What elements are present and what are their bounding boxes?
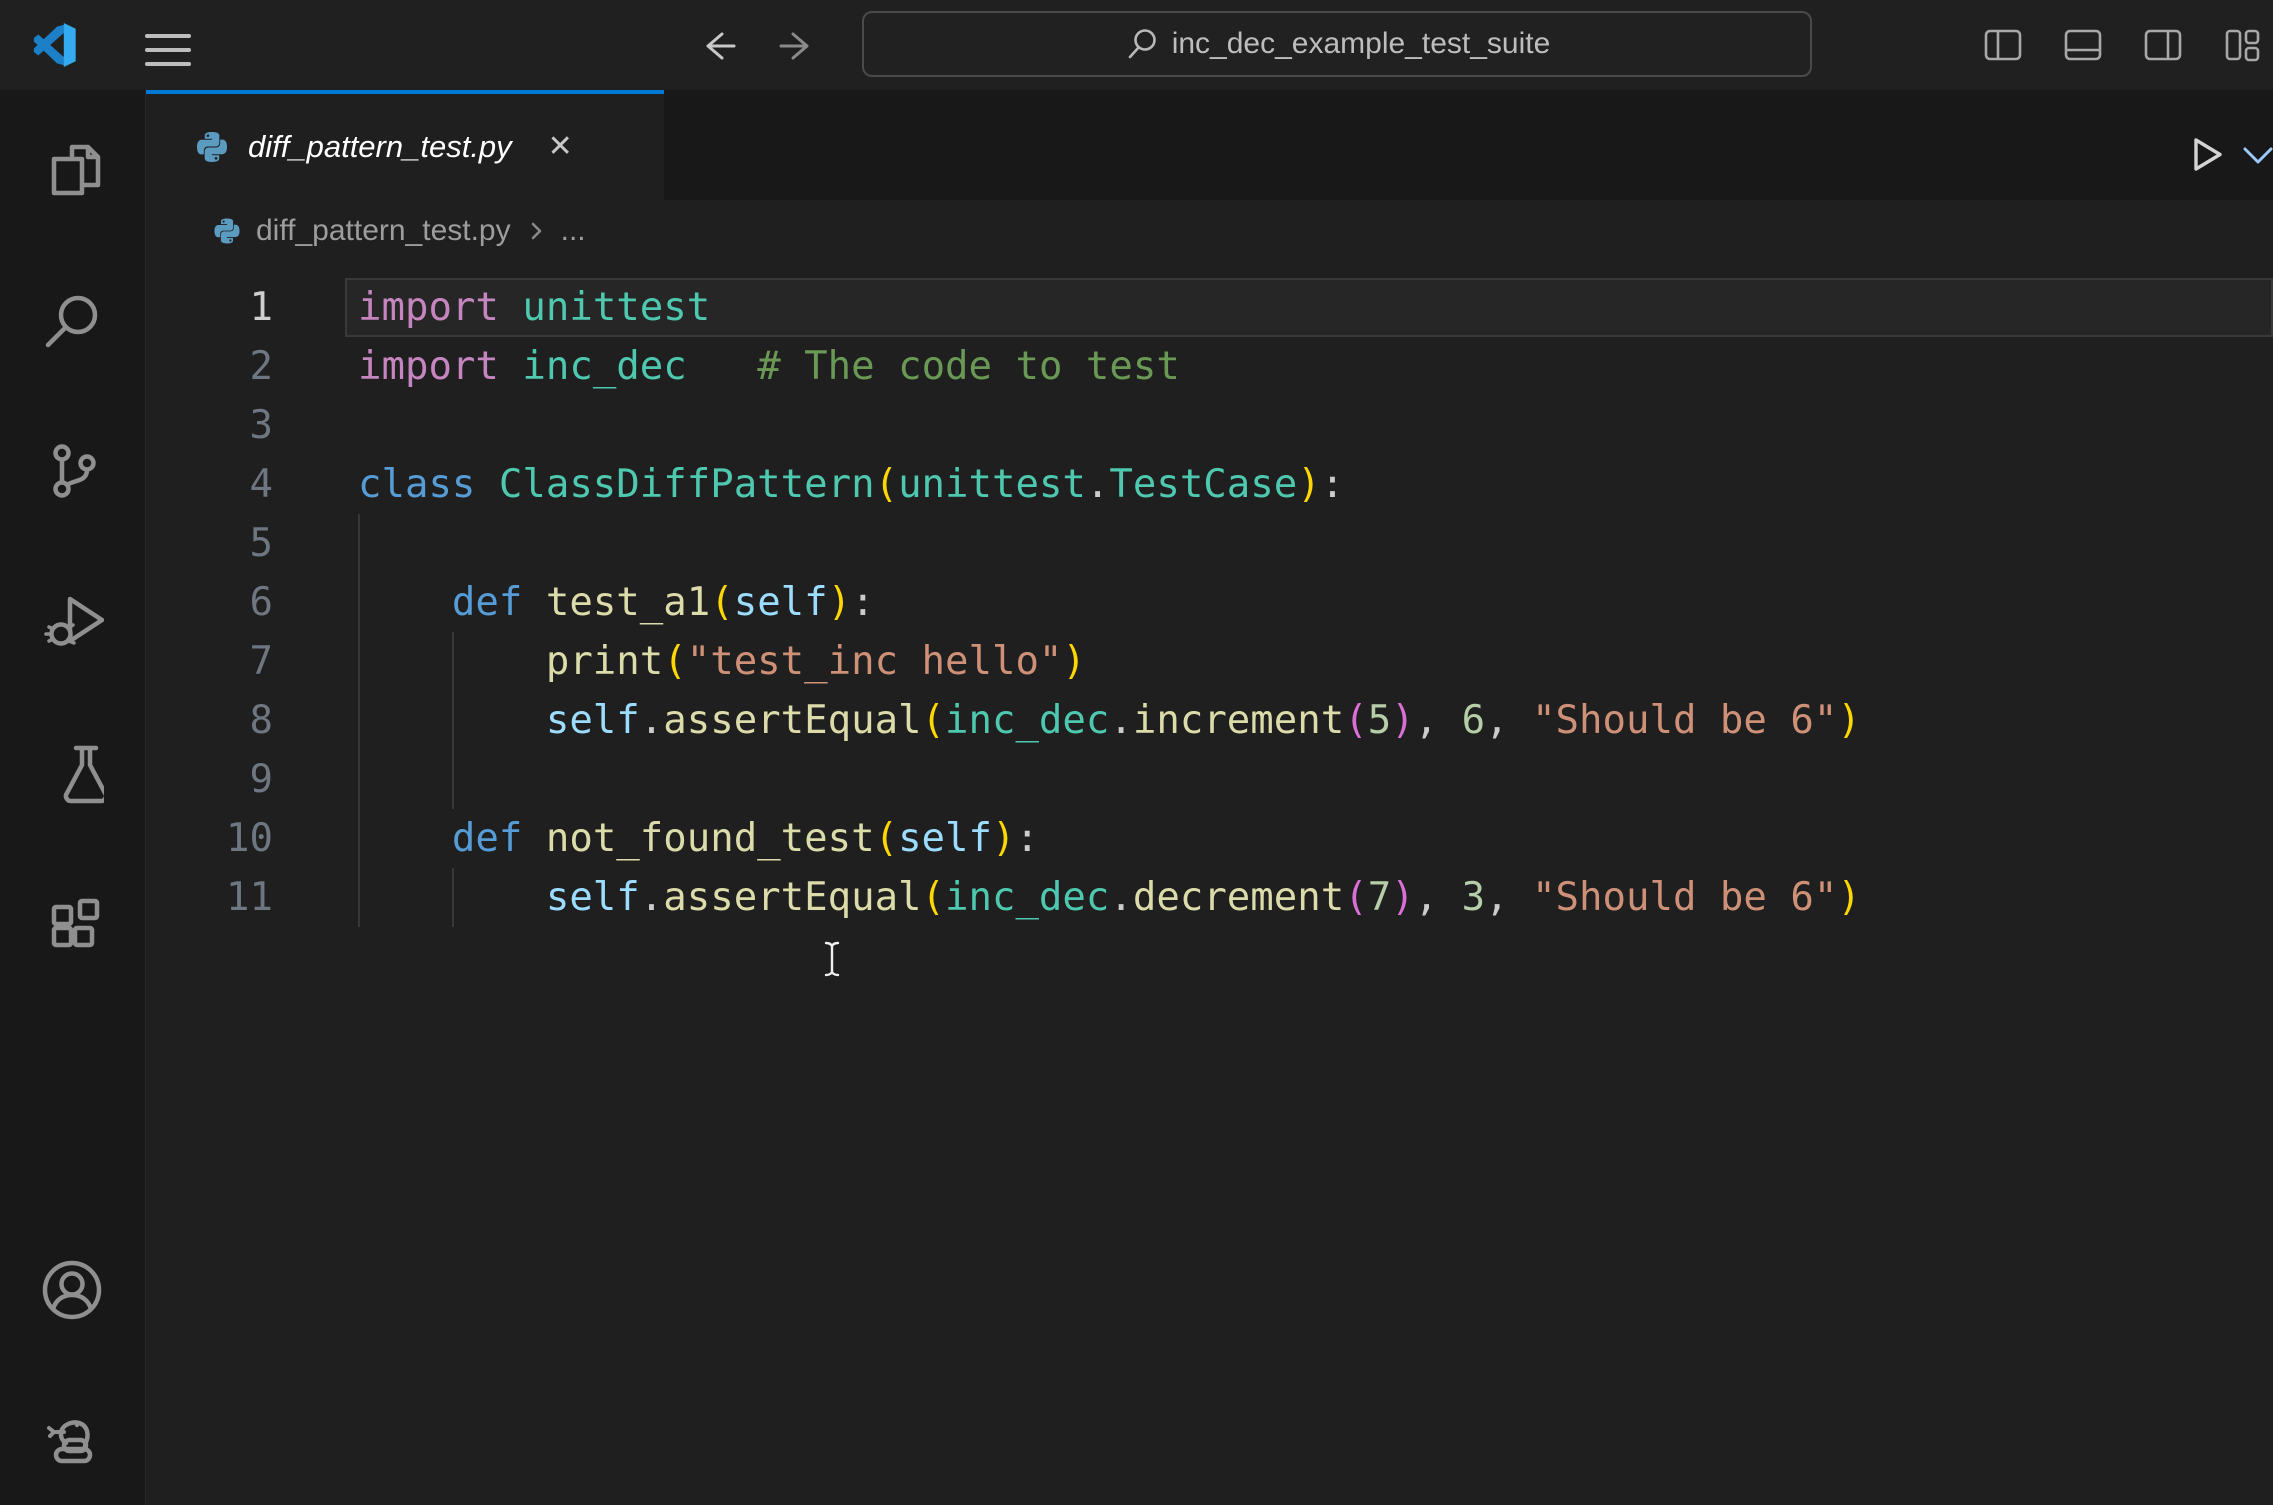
code-text: def not_found_test(self): (451, 816, 1039, 861)
menu-hamburger-button[interactable] (145, 24, 191, 76)
line-number[interactable]: 9 (146, 750, 273, 809)
run-button[interactable] (2183, 131, 2229, 177)
sidebar-item-testing[interactable] (40, 740, 104, 804)
tab-strip: diff_pattern_test.py ✕ (146, 90, 2273, 200)
search-icon (45, 295, 98, 348)
beaker-icon (63, 745, 104, 804)
chevron-right-icon (531, 222, 541, 240)
editor-actions (2183, 124, 2273, 184)
code-line[interactable]: 9 (146, 750, 2273, 809)
command-center-search[interactable]: inc_dec_example_test_suite (862, 11, 1812, 77)
files-icon (51, 144, 101, 196)
extensions-icon (51, 898, 100, 948)
code-line[interactable]: 1 import unittest (146, 278, 2273, 337)
code-line[interactable]: 4 class ClassDiffPattern(unittest.TestCas… (146, 455, 2273, 514)
search-icon (1128, 29, 1156, 59)
line-number[interactable]: 2 (146, 337, 273, 396)
line-number[interactable]: 6 (146, 573, 273, 632)
sidebar-item-source-control[interactable] (40, 439, 104, 503)
code-text: def test_a1(self): (451, 580, 875, 625)
toggle-primary-sidebar-button[interactable] (1983, 25, 2023, 65)
line-number[interactable]: 5 (146, 514, 273, 573)
run-dropdown-chevron-icon[interactable] (2241, 137, 2273, 171)
tab-label: diff_pattern_test.py (248, 129, 512, 164)
toggle-panel-button[interactable] (2063, 25, 2103, 65)
code-editor[interactable]: 1 import unittest 2 import inc_dec # The co… (146, 272, 2273, 1505)
sidebar-item-search[interactable] (40, 290, 104, 354)
sidebar-item-extensions[interactable] (40, 889, 104, 953)
python-environment-button[interactable] (40, 1403, 104, 1467)
code-line[interactable]: 2 import inc_dec # The code to test (146, 337, 2273, 396)
sidebar-item-run-debug[interactable] (40, 589, 104, 653)
vscode-logo-icon (33, 23, 77, 67)
code-line[interactable]: 10 def not_found_test(self): (146, 809, 2273, 868)
activity-bar (0, 90, 146, 1505)
sidebar-item-explorer[interactable] (40, 139, 104, 203)
breadcrumb-file[interactable]: diff_pattern_test.py (256, 214, 511, 248)
code-text: print("test_inc hello") (545, 639, 1086, 684)
code-line[interactable]: 8 self.assertEqual(inc_dec.increment(5),… (146, 691, 2273, 750)
line-number[interactable]: 8 (146, 691, 273, 750)
breadcrumb: diff_pattern_test.py ... (146, 200, 2273, 262)
customize-layout-button[interactable] (2223, 25, 2263, 65)
code-line[interactable]: 6 def test_a1(self): (146, 573, 2273, 632)
code-line[interactable]: 7 print("test_inc hello") (146, 632, 2273, 691)
code-text: import inc_dec # The code to test (358, 344, 1180, 389)
line-number[interactable]: 11 (146, 868, 273, 927)
toggle-secondary-sidebar-button[interactable] (2143, 25, 2183, 65)
line-number[interactable]: 4 (146, 455, 273, 514)
navigate-forward-button[interactable] (777, 26, 817, 66)
code-lines: 1 import unittest 2 import inc_dec # The co… (146, 278, 2273, 927)
editor-group: diff_pattern_test.py ✕ diff_pattern_test… (146, 90, 2273, 1505)
snake-icon (47, 1420, 93, 1464)
tab-close-button[interactable]: ✕ (548, 132, 573, 162)
text-cursor-pointer (824, 941, 840, 977)
line-number[interactable]: 3 (146, 396, 273, 455)
line-number[interactable]: 1 (146, 278, 273, 337)
line-number[interactable]: 10 (146, 809, 273, 868)
code-text: class ClassDiffPattern(unittest.TestCase… (358, 462, 1345, 507)
navigate-back-button[interactable] (698, 26, 738, 66)
code-text: import unittest (358, 285, 711, 330)
arrow-left-icon (706, 32, 736, 60)
git-branch-icon (53, 444, 96, 498)
vscode-window: inc_dec_example_test_suite diff_pattern_… (0, 0, 2273, 1505)
code-text: self.assertEqual(inc_dec.decrement(7), 3… (545, 875, 1861, 920)
account-icon (42, 1260, 102, 1320)
line-number[interactable]: 7 (146, 632, 273, 691)
code-line[interactable]: 5 (146, 514, 2273, 573)
code-line[interactable]: 11 self.assertEqual(inc_dec.decrement(7)… (146, 868, 2273, 927)
tab-diff-pattern-test[interactable]: diff_pattern_test.py ✕ (146, 90, 664, 200)
title-bar: inc_dec_example_test_suite (0, 0, 2273, 91)
python-file-icon (196, 132, 228, 162)
python-file-icon (214, 218, 240, 244)
code-line[interactable]: 3 (146, 396, 2273, 455)
search-value: inc_dec_example_test_suite (1171, 27, 1551, 60)
breadcrumb-overflow[interactable]: ... (561, 214, 586, 248)
arrow-right-icon (779, 32, 809, 60)
code-text: self.assertEqual(inc_dec.increment(5), 6… (545, 698, 1861, 743)
account-button[interactable] (40, 1258, 104, 1322)
debug-icon (44, 596, 104, 646)
layout-controls (1983, 25, 2263, 65)
